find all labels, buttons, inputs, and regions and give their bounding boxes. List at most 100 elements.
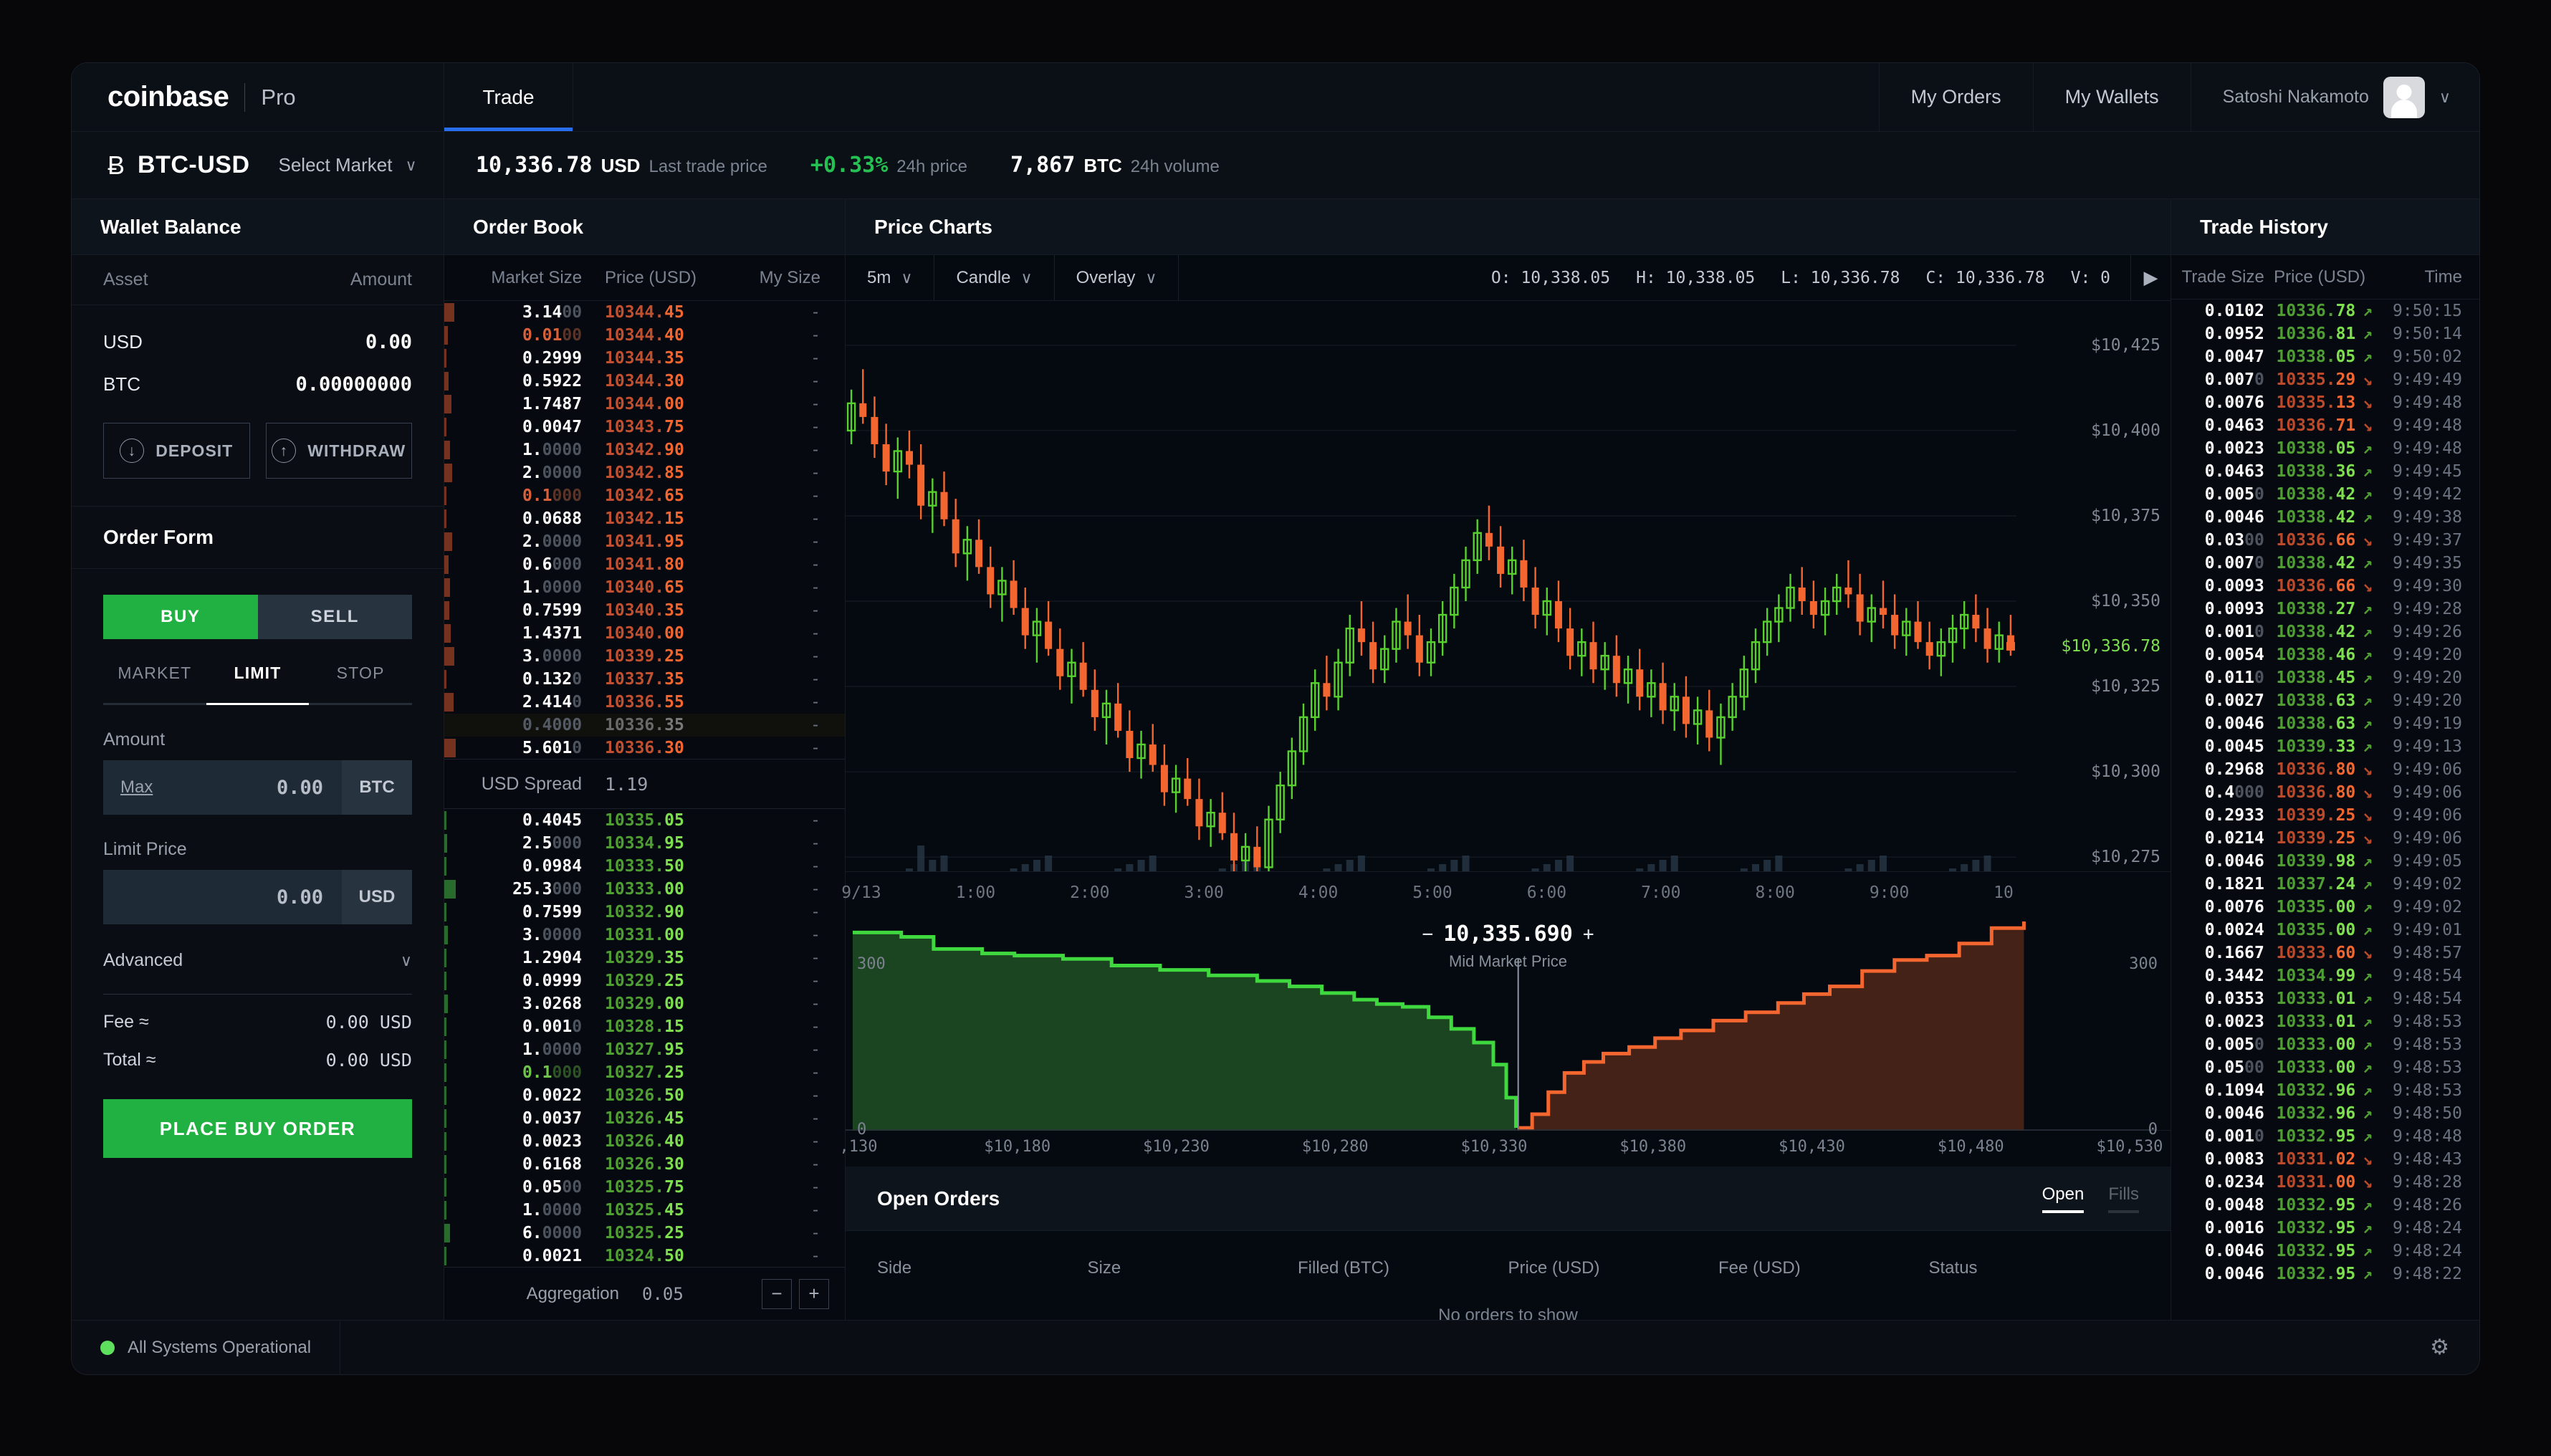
order-book-row[interactable]: 0.1320 10337.35 - <box>444 668 845 691</box>
order-book-row[interactable]: 1.7487 10344.00 - <box>444 393 845 416</box>
order-book-row[interactable]: 1.0000 10327.95 - <box>444 1038 845 1061</box>
order-book-row[interactable]: 1.2904 10329.35 - <box>444 947 845 969</box>
trade-history-row[interactable]: 0.0214 10339.25 ↘ 9:49:06 <box>2171 827 2479 850</box>
trade-history-row[interactable]: 0.1667 10333.60 ↘ 9:48:57 <box>2171 942 2479 964</box>
order-book-row[interactable]: 2.0000 10341.95 - <box>444 530 845 553</box>
order-book-row[interactable]: 0.0500 10325.75 - <box>444 1176 845 1199</box>
trade-history-rows[interactable]: 0.0102 10336.78 ↗ 9:50:15 0.0952 10336.81 ↗ 9:5… <box>2171 300 2479 1320</box>
order-book-row[interactable]: 3.1400 10344.45 - <box>444 301 845 324</box>
trade-history-row[interactable]: 0.0046 10339.98 ↗ 9:49:05 <box>2171 850 2479 873</box>
trade-history-row[interactable]: 0.0024 10335.00 ↗ 9:49:01 <box>2171 919 2479 942</box>
order-book-row[interactable]: 2.5000 10334.95 - <box>444 832 845 855</box>
limit-price-input[interactable]: 0.00 <box>103 870 342 924</box>
order-book-row[interactable]: 1.0000 10342.90 - <box>444 439 845 461</box>
deposit-button[interactable]: ↓ DEPOSIT <box>103 423 250 479</box>
trade-history-row[interactable]: 0.0076 10335.13 ↘ 9:49:48 <box>2171 391 2479 414</box>
order-book-row[interactable]: 3.0000 10339.25 - <box>444 645 845 668</box>
order-book-row[interactable]: 0.4045 10335.05 - <box>444 809 845 832</box>
order-book-row[interactable]: 0.0047 10343.75 - <box>444 416 845 439</box>
order-book-row[interactable]: 0.0100 10344.40 - <box>444 324 845 347</box>
trade-history-row[interactable]: 0.0102 10336.78 ↗ 9:50:15 <box>2171 300 2479 322</box>
nav-my-orders[interactable]: My Orders <box>1878 63 2033 131</box>
trade-history-row[interactable]: 0.2968 10336.80 ↘ 9:49:06 <box>2171 758 2479 781</box>
order-book-row[interactable]: 0.0021 10324.50 - <box>444 1245 845 1267</box>
order-book-asks[interactable]: 3.1400 10344.45 - 0.0100 10344.40 - 0.2999 1034… <box>444 301 845 759</box>
order-book-row[interactable]: 0.4000 10336.35 - <box>444 714 845 737</box>
order-book-row[interactable]: 0.0999 10329.25 - <box>444 969 845 992</box>
play-button[interactable]: ▶ <box>2130 255 2170 300</box>
trade-history-row[interactable]: 0.0010 10338.42 ↗ 9:49:26 <box>2171 621 2479 643</box>
trade-history-row[interactable]: 0.0048 10332.95 ↗ 9:48:26 <box>2171 1194 2479 1217</box>
trade-history-row[interactable]: 0.0047 10338.05 ↗ 9:50:02 <box>2171 345 2479 368</box>
trade-history-row[interactable]: 0.0093 10336.66 ↘ 9:49:30 <box>2171 575 2479 598</box>
trade-history-row[interactable]: 0.0027 10338.63 ↗ 9:49:20 <box>2171 689 2479 712</box>
trade-history-row[interactable]: 0.0050 10338.42 ↗ 9:49:42 <box>2171 483 2479 506</box>
max-amount-link[interactable]: Max <box>103 760 153 815</box>
trade-history-row[interactable]: 0.3442 10334.99 ↗ 9:48:54 <box>2171 964 2479 987</box>
trade-history-row[interactable]: 0.0070 10338.42 ↗ 9:49:35 <box>2171 552 2479 575</box>
order-book-bids[interactable]: 0.4045 10335.05 - 2.5000 10334.95 - 0.0984 1033… <box>444 809 845 1267</box>
order-book-row[interactable]: 5.6010 10336.30 - <box>444 737 845 759</box>
trade-history-row[interactable]: 0.0076 10335.00 ↗ 9:49:02 <box>2171 896 2479 919</box>
trade-history-row[interactable]: 0.0093 10338.27 ↗ 9:49:28 <box>2171 598 2479 621</box>
aggregation-decrease-button[interactable]: − <box>762 1278 792 1309</box>
trade-history-row[interactable]: 0.0046 10338.63 ↗ 9:49:19 <box>2171 712 2479 735</box>
trade-history-row[interactable]: 0.0046 10332.95 ↗ 9:48:22 <box>2171 1263 2479 1285</box>
order-book-row[interactable]: 0.0023 10326.40 - <box>444 1130 845 1153</box>
order-book-row[interactable]: 0.6168 10326.30 - <box>444 1153 845 1176</box>
order-book-row[interactable]: 3.0268 10329.00 - <box>444 992 845 1015</box>
order-type-stop[interactable]: STOP <box>309 664 412 696</box>
trade-history-row[interactable]: 0.0023 10338.05 ↗ 9:49:48 <box>2171 437 2479 460</box>
trade-history-row[interactable]: 0.4000 10336.80 ↘ 9:49:06 <box>2171 781 2479 804</box>
order-book-row[interactable]: 1.0000 10340.65 - <box>444 576 845 599</box>
trade-history-row[interactable]: 0.0046 10332.96 ↗ 9:48:50 <box>2171 1102 2479 1125</box>
trade-history-row[interactable]: 0.0300 10336.66 ↘ 9:49:37 <box>2171 529 2479 552</box>
buy-tab[interactable]: BUY <box>103 595 258 639</box>
trade-history-row[interactable]: 0.0353 10333.01 ↗ 9:48:54 <box>2171 987 2479 1010</box>
trade-history-row[interactable]: 0.2933 10339.25 ↘ 9:49:06 <box>2171 804 2479 827</box>
order-book-row[interactable]: 0.0984 10333.50 - <box>444 855 845 878</box>
advanced-toggle[interactable]: Advanced ∨ <box>103 950 412 995</box>
trade-history-row[interactable]: 0.0023 10333.01 ↗ 9:48:53 <box>2171 1010 2479 1033</box>
trade-history-row[interactable]: 0.0016 10332.95 ↗ 9:48:24 <box>2171 1217 2479 1240</box>
trade-history-row[interactable]: 0.0046 10332.95 ↗ 9:48:24 <box>2171 1240 2479 1263</box>
order-book-row[interactable]: 1.4371 10340.00 - <box>444 622 845 645</box>
order-book-row[interactable]: 3.0000 10331.00 - <box>444 924 845 947</box>
trade-history-row[interactable]: 0.0045 10339.33 ↗ 9:49:13 <box>2171 735 2479 758</box>
trade-history-row[interactable]: 0.1094 10332.96 ↗ 9:48:53 <box>2171 1079 2479 1102</box>
order-book-row[interactable]: 6.0000 10325.25 - <box>444 1222 845 1245</box>
sell-tab[interactable]: SELL <box>257 595 412 639</box>
interval-dropdown[interactable]: 5m ∨ <box>846 255 935 300</box>
amount-input[interactable]: 0.00 <box>153 760 342 815</box>
order-book-row[interactable]: 0.2999 10344.35 - <box>444 347 845 370</box>
order-book-row[interactable]: 0.7599 10340.35 - <box>444 599 845 622</box>
order-book-row[interactable]: 0.1000 10342.65 - <box>444 484 845 507</box>
trade-history-row[interactable]: 0.0110 10338.45 ↗ 9:49:20 <box>2171 666 2479 689</box>
order-book-row[interactable]: 0.5922 10344.30 - <box>444 370 845 393</box>
mid-price-increase-button[interactable]: + <box>1583 924 1594 945</box>
trade-history-row[interactable]: 0.0952 10336.81 ↗ 9:50:14 <box>2171 322 2479 345</box>
overlay-dropdown[interactable]: Overlay ∨ <box>1055 255 1179 300</box>
aggregation-increase-button[interactable]: + <box>799 1278 829 1309</box>
candlestick-plot-area[interactable]: $10,425 $10,400 $10,375 $10,350 $10,325 $10,3… <box>846 301 2170 871</box>
trade-history-row[interactable]: 0.0050 10333.00 ↗ 9:48:53 <box>2171 1033 2479 1056</box>
tab-fills[interactable]: Fills <box>2108 1184 2139 1213</box>
gear-icon[interactable]: ⚙ <box>2430 1335 2479 1360</box>
order-book-row[interactable]: 0.0037 10326.45 - <box>444 1107 845 1130</box>
tab-open[interactable]: Open <box>2042 1184 2084 1213</box>
nav-tab-trade[interactable]: Trade <box>444 63 573 131</box>
trade-history-row[interactable]: 0.0500 10333.00 ↗ 9:48:53 <box>2171 1056 2479 1079</box>
nav-my-wallets[interactable]: My Wallets <box>2032 63 2191 131</box>
withdraw-button[interactable]: ↑ WITHDRAW <box>265 423 412 479</box>
order-book-row[interactable]: 0.7599 10332.90 - <box>444 901 845 924</box>
order-book-row[interactable]: 0.0010 10328.15 - <box>444 1015 845 1038</box>
depth-chart-section[interactable]: − 10,335.690 + Mid Market Price 300 0 300 0 <box>846 916 2170 1139</box>
trade-history-row[interactable]: 0.0463 10336.71 ↘ 9:49:48 <box>2171 414 2479 437</box>
trade-history-row[interactable]: 0.0070 10335.29 ↘ 9:49:49 <box>2171 368 2479 391</box>
order-book-row[interactable]: 0.6000 10341.80 - <box>444 553 845 576</box>
mid-price-decrease-button[interactable]: − <box>1422 924 1434 945</box>
trade-history-row[interactable]: 0.0046 10338.42 ↗ 9:49:38 <box>2171 506 2479 529</box>
order-book-row[interactable]: 0.0022 10326.50 - <box>444 1084 845 1107</box>
order-book-row[interactable]: 25.3000 10333.00 - <box>444 878 845 901</box>
order-book-row[interactable]: 1.0000 10325.45 - <box>444 1199 845 1222</box>
